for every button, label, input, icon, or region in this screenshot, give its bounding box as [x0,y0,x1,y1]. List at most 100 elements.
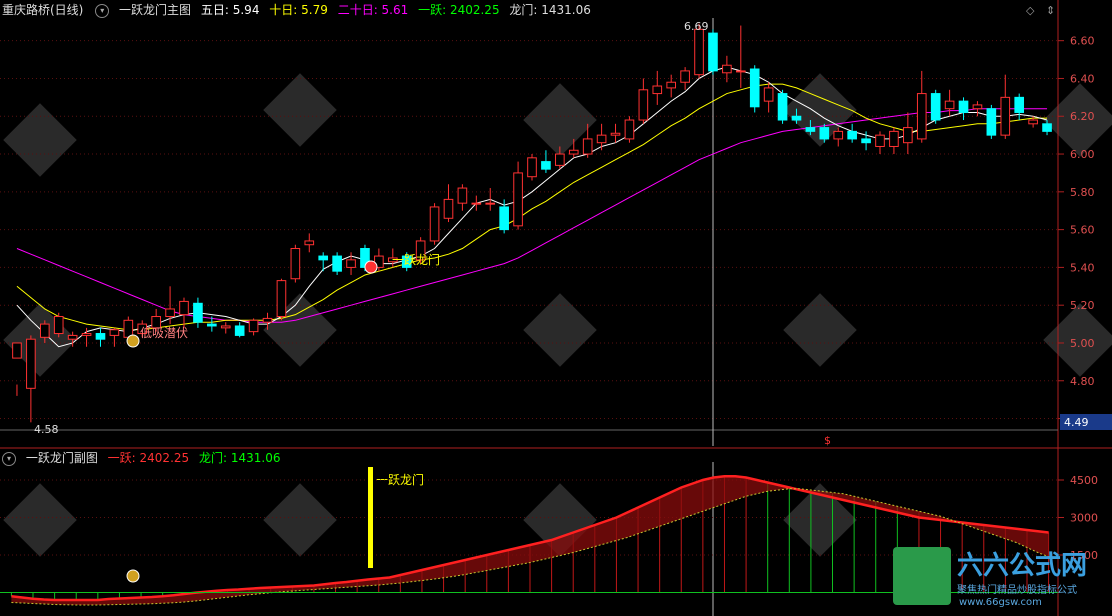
candle [220,322,231,334]
candle [290,244,301,283]
candle-body [624,119,635,140]
low-price-label: 4.58 [34,423,59,436]
candle [12,342,22,396]
candle [763,82,774,113]
sub-y-tick-label: 4500 [1070,474,1098,487]
candle [944,89,955,117]
sub-y-tick-label: 3000 [1070,512,1098,525]
candle [527,154,537,181]
candle [596,123,607,151]
candle-body [763,87,774,102]
candle [457,184,468,211]
candle-body [638,89,649,121]
candle-body [193,302,203,323]
dollar-signal-mark: $ [824,434,831,447]
candle-body [1000,96,1011,136]
watermark-diamond-icon [263,483,337,557]
dip-signal-icon [126,334,140,348]
candle-body [26,338,36,389]
candle-body [346,259,356,268]
dip-signal-label: 低吸潜伏 [140,326,188,340]
candle [53,312,64,338]
candle [443,184,454,223]
watermark-diamond-icon [263,293,337,367]
candle-body [304,240,315,246]
candle-body [276,280,287,318]
candle [749,65,760,113]
candle-body [318,255,329,261]
candle-body [234,325,245,336]
candle-body [875,134,885,147]
candle-body [443,198,454,219]
candle-body [471,202,482,205]
candle-body [457,187,468,204]
candle-body [513,172,523,227]
y-tick-label: 6.20 [1070,110,1095,123]
candle-body [332,255,342,272]
candle-body [708,32,718,72]
candle [1000,74,1011,139]
candle-body [67,334,78,340]
candle-body [290,248,301,280]
candle-body [220,325,231,329]
candle [304,233,315,253]
candle [346,252,356,275]
high-price-label: 6.69 [684,20,709,33]
candle-body [248,319,259,333]
candle-body [53,316,64,335]
candle-body [568,149,579,155]
y-tick-label: 5.80 [1070,186,1095,199]
candle-body [972,104,983,110]
candle-body [722,64,732,74]
candle [680,67,690,90]
candle-body [527,157,537,178]
candle [624,116,635,143]
candle-body [12,342,22,359]
y-tick-label: 5.20 [1070,299,1095,312]
candle-body [777,93,788,121]
stock-chart-window: 重庆路桥(日线) ▾ 一跃龙门主图 五日: 5.94 十日: 5.79 二十日:… [0,0,1112,616]
candle-body [165,308,175,318]
candle-body [986,108,997,136]
candle [708,29,718,75]
candle-body [1028,119,1038,125]
y-tick-label: 6.40 [1070,72,1095,85]
candle-body [958,100,969,113]
candle [513,161,523,230]
buy-signal-label: 一跃龙门 [392,252,440,267]
candle-body [582,138,593,155]
candle [889,127,899,155]
y-tick-label: 5.60 [1070,224,1095,237]
candle [986,104,997,139]
candle-body [596,134,607,144]
candle [903,112,913,155]
candle-body [861,138,871,144]
watermark-diamond-icon [263,73,337,147]
candle-body [791,115,802,121]
watermark-diamond-icon [3,483,77,557]
brand-name: 六六公式网 [957,551,1088,581]
candle-body [485,202,496,205]
chart-canvas[interactable]: 6.60 6.40 6.20 6.00 5.80 5.60 5.40 5.20 5.00 4.80… [0,0,1112,616]
candle [193,297,203,328]
candle-body [1014,96,1025,113]
candle [109,327,120,347]
candle-body [944,100,955,110]
candle-body [95,333,106,340]
candle-body [666,81,677,89]
candle [318,252,329,272]
y-tick-label: 4.80 [1070,375,1095,388]
brand-logo-icon [893,547,951,605]
candle [26,335,36,423]
price-grid [0,40,1058,420]
watermark-diamond-icon [3,103,77,177]
watermark-diamond-icon [783,293,857,367]
candle [165,286,175,325]
watermark-diamond-icon [3,303,77,377]
candle [722,55,732,83]
candle-body [555,153,565,166]
candle-body [179,300,189,316]
candle-body [819,127,830,140]
candle-body [652,85,663,95]
candle-body [262,317,273,323]
